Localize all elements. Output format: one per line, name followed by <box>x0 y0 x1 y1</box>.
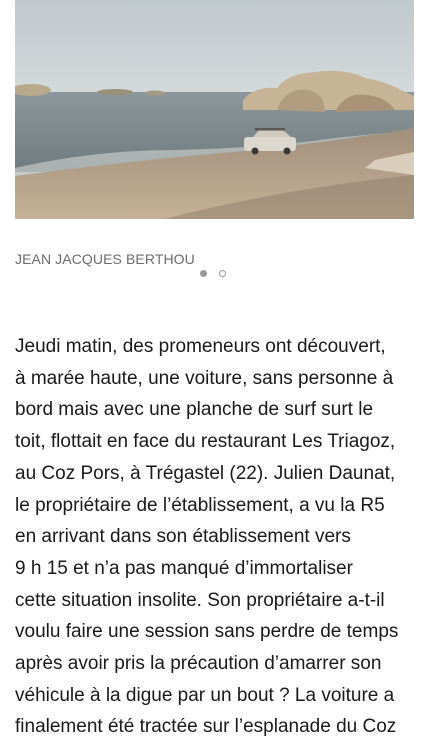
carousel-indicator <box>200 268 226 278</box>
article-photo[interactable] <box>15 0 414 219</box>
carousel-dot-2[interactable] <box>219 269 226 277</box>
photo-image <box>15 0 414 219</box>
photo-credit: JEAN JACQUES BERTHOU <box>15 251 195 267</box>
article-line: après avoir pris la précaution d’amarrer… <box>15 653 382 675</box>
article-line: le propriétaire de l’établissement, a vu… <box>15 494 385 516</box>
article-line: toit, flottait en face du restaurant Les… <box>15 431 396 453</box>
article-line: Jeudi matin, des promeneurs ont découver… <box>15 336 386 357</box>
article-line: finalement été tractée sur l’esplanade d… <box>15 716 397 738</box>
article-line: véhicule à la digue par un bout ? La voi… <box>15 684 395 706</box>
article-line: voulu faire une session sans perdre de t… <box>15 621 399 643</box>
article-line: bord mais avec une planche de surf surt … <box>15 399 374 421</box>
article-paragraph: Jeudi matin, des promeneurs ont découver… <box>15 331 420 743</box>
article-line: à marée haute, une voiture, sans personn… <box>15 367 394 389</box>
article-body: Jeudi matin, des promeneurs ont découver… <box>15 331 420 743</box>
article-line: au Coz Pors, à Trégastel (22). Julien Da… <box>15 462 396 484</box>
article-line: cette situation insolite. Son propriétai… <box>15 589 385 611</box>
article-line: en arrivant dans son établissement vers <box>15 526 351 548</box>
article-line: 9 h 15 et n’a pas manqué d’immortaliser <box>15 557 353 579</box>
carousel-dot-1[interactable] <box>200 269 207 277</box>
